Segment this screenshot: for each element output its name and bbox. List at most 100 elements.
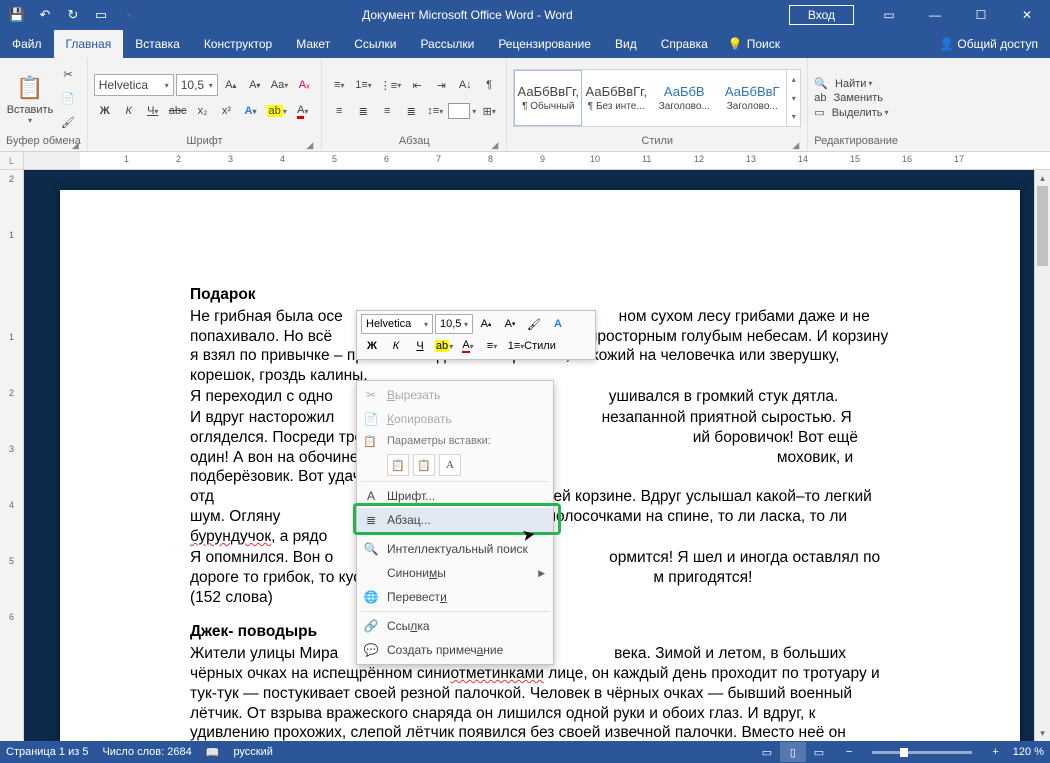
mini-shrink-font-icon[interactable]: A▾	[499, 314, 521, 334]
tab-file[interactable]: Файл	[0, 30, 54, 58]
show-marks-icon[interactable]: ¶	[478, 74, 500, 96]
menu-paragraph[interactable]: ≣ Абзац...	[357, 508, 553, 532]
read-mode-icon[interactable]: ▭	[754, 742, 780, 762]
word-count[interactable]: Число слов: 2684	[102, 746, 191, 758]
zoom-level[interactable]: 120 %	[1013, 746, 1044, 758]
align-right-icon[interactable]: ≡	[376, 100, 398, 122]
tab-design[interactable]: Конструктор	[192, 30, 284, 58]
zoom-slider[interactable]	[872, 751, 972, 754]
share-button[interactable]: 👤 Общий доступ	[927, 30, 1050, 58]
grow-font-icon[interactable]: A▴	[220, 74, 242, 96]
mini-styles-button[interactable]: Стили	[529, 336, 551, 356]
menu-cut[interactable]: ✂Вырезать	[357, 383, 553, 407]
numbering-icon[interactable]: 1≡▾	[352, 74, 375, 96]
launcher-icon[interactable]: ◢	[72, 140, 79, 151]
multilevel-icon[interactable]: ⋮≡▾	[377, 74, 404, 96]
mini-italic[interactable]: К	[385, 336, 407, 356]
vertical-scrollbar[interactable]: ▴ ▾	[1034, 170, 1050, 741]
italic-button[interactable]: К	[118, 100, 140, 122]
cut-icon[interactable]: ✂	[57, 63, 79, 85]
scroll-down-icon[interactable]: ▾	[1035, 725, 1050, 741]
shrink-font-icon[interactable]: A▾	[244, 74, 266, 96]
superscript-button[interactable]: x²	[216, 100, 238, 122]
vertical-ruler[interactable]: 21123456	[0, 170, 24, 741]
mini-underline[interactable]: Ч	[409, 336, 431, 356]
launcher-icon[interactable]: ◢	[491, 140, 498, 151]
tab-home[interactable]: Главная	[54, 30, 124, 58]
menu-synonyms[interactable]: Синонимы▶	[357, 561, 553, 585]
align-left-icon[interactable]: ≡	[328, 100, 350, 122]
close-icon[interactable]: ✕	[1004, 0, 1050, 30]
undo-icon[interactable]: ↶	[32, 2, 58, 28]
mini-format-painter-icon[interactable]: 🖌	[523, 314, 545, 334]
mini-bullets-icon[interactable]: ≡▾	[481, 336, 503, 356]
bullets-icon[interactable]: ≡▾	[328, 74, 350, 96]
mini-bold[interactable]: Ж	[361, 336, 383, 356]
qat-icon[interactable]: ▭	[88, 2, 114, 28]
menu-font[interactable]: AШрифт...	[357, 484, 553, 508]
menu-translate[interactable]: 🌐Перевести	[357, 585, 553, 609]
align-center-icon[interactable]: ≣	[352, 100, 374, 122]
bold-button[interactable]: Ж	[94, 100, 116, 122]
web-layout-icon[interactable]: ▭	[806, 742, 832, 762]
borders-icon[interactable]: ⊞▾	[478, 100, 500, 122]
replace-button[interactable]: ab Заменить	[814, 92, 888, 104]
paste-button[interactable]: 📋 Вставить ▾	[6, 70, 54, 127]
menu-smart-lookup[interactable]: 🔍Интеллектуальный поиск	[357, 537, 553, 561]
copy-icon[interactable]: 📄	[57, 87, 79, 109]
format-painter-icon[interactable]: 🖌	[57, 111, 79, 133]
mini-styles-icon[interactable]: A	[547, 314, 569, 334]
menu-link[interactable]: 🔗Ссылка	[357, 614, 553, 638]
mini-font-name[interactable]: Helvetica▾	[361, 314, 433, 334]
tab-view[interactable]: Вид	[603, 30, 649, 58]
menu-copy[interactable]: 📄Копировать	[357, 407, 553, 431]
style-no-spacing[interactable]: АаБбВвГг,¶ Без инте...	[582, 70, 650, 126]
zoom-in-icon[interactable]: +	[992, 746, 998, 758]
style-heading2[interactable]: АаБбВвГЗаголово...	[718, 70, 786, 126]
minimize-icon[interactable]: —	[912, 0, 958, 30]
find-button[interactable]: 🔍 Найти▾	[814, 77, 888, 90]
increase-indent-icon[interactable]: ⇥	[430, 74, 452, 96]
style-heading1[interactable]: АаБбВЗаголово...	[650, 70, 718, 126]
tab-selector[interactable]: L	[0, 152, 24, 169]
spellcheck-icon[interactable]: 📖	[206, 746, 220, 759]
zoom-out-icon[interactable]: −	[846, 746, 852, 758]
styles-gallery[interactable]: АаБбВвГг,¶ Обычный АаБбВвГг,¶ Без инте..…	[513, 69, 801, 127]
tab-mailings[interactable]: Рассылки	[408, 30, 486, 58]
qat-dropdown-icon[interactable]: ▾	[116, 2, 142, 28]
maximize-icon[interactable]: ☐	[958, 0, 1004, 30]
mini-grow-font-icon[interactable]: A▴	[475, 314, 497, 334]
shading-icon[interactable]	[448, 103, 470, 119]
mini-font-color-icon[interactable]: A▾	[457, 336, 479, 356]
language-indicator[interactable]: русский	[233, 746, 272, 758]
change-case-icon[interactable]: Aa▾	[268, 74, 291, 96]
paste-keep-source-icon[interactable]: 📋	[387, 454, 409, 476]
tab-insert[interactable]: Вставка	[123, 30, 192, 58]
subscript-button[interactable]: x₂	[192, 100, 214, 122]
sort-icon[interactable]: A↓	[454, 74, 476, 96]
paste-text-only-icon[interactable]: A	[439, 454, 461, 476]
paste-merge-icon[interactable]: 📋	[413, 454, 435, 476]
launcher-icon[interactable]: ◢	[306, 140, 313, 151]
clear-format-icon[interactable]: Aₓ	[293, 74, 315, 96]
mini-font-size[interactable]: 10,5▾	[435, 314, 473, 334]
tab-layout[interactable]: Макет	[284, 30, 342, 58]
text-effects-icon[interactable]: A▾	[240, 100, 262, 122]
save-icon[interactable]: 💾	[4, 2, 30, 28]
font-color-icon[interactable]: A▾	[292, 100, 314, 122]
scroll-up-icon[interactable]: ▴	[1035, 170, 1050, 186]
ribbon-display-icon[interactable]: ▭	[866, 0, 912, 30]
font-size-combo[interactable]: 10,5▾	[176, 74, 218, 96]
highlight-icon[interactable]: ab▾	[264, 100, 290, 122]
horizontal-ruler[interactable]: L 123 456 789 101112 131415 1617	[0, 152, 1050, 170]
page-indicator[interactable]: Страница 1 из 5	[6, 746, 88, 758]
tab-references[interactable]: Ссылки	[342, 30, 408, 58]
font-name-combo[interactable]: Helvetica▾	[94, 74, 174, 96]
tab-review[interactable]: Рецензирование	[486, 30, 603, 58]
print-layout-icon[interactable]: ▯	[780, 742, 806, 762]
justify-icon[interactable]: ≣	[400, 100, 422, 122]
login-button[interactable]: Вход	[789, 5, 854, 25]
redo-icon[interactable]: ↻	[60, 2, 86, 28]
style-normal[interactable]: АаБбВвГг,¶ Обычный	[514, 70, 582, 126]
select-button[interactable]: ▭ Выделить▾	[814, 106, 888, 119]
